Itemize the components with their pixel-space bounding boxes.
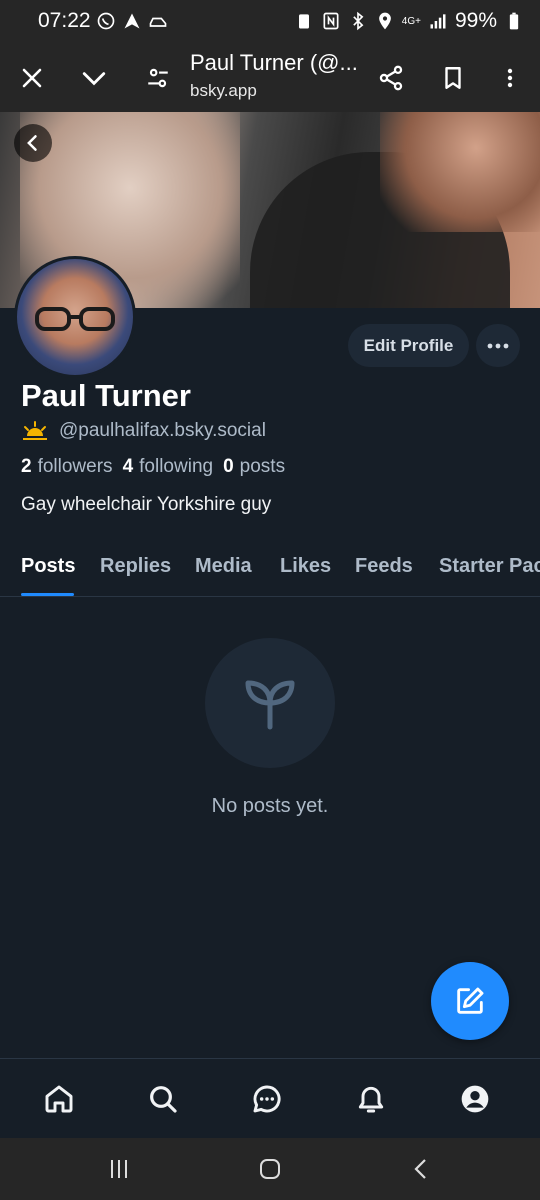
notification-icons — [96, 10, 168, 32]
chat-icon — [253, 1085, 281, 1113]
bell-icon — [358, 1086, 384, 1113]
battery-icon — [509, 12, 519, 30]
share-icon — [379, 65, 403, 91]
car-icon — [149, 17, 167, 27]
followers-label: followers — [37, 456, 113, 477]
profile-stats: 2 followers 4 following 0 posts — [21, 456, 285, 478]
profile-bio: Gay wheelchair Yorkshire guy — [21, 494, 272, 515]
system-navigation-bar — [0, 1138, 540, 1200]
back-chevron-icon — [414, 1159, 426, 1179]
avatar-photo — [35, 307, 115, 331]
tab-starter-packs[interactable]: Starter Pac — [439, 555, 540, 578]
system-icons: 4G+ 99% — [294, 9, 524, 33]
browser-toolbar: Paul Turner (@... bsky.app — [0, 44, 540, 112]
share-button[interactable] — [369, 56, 413, 100]
nav-home[interactable] — [35, 1075, 83, 1123]
home-icon — [45, 1085, 73, 1113]
chevron-down-icon — [82, 72, 106, 86]
site-settings-button[interactable] — [136, 56, 180, 100]
search-icon — [150, 1086, 177, 1113]
tab-feeds[interactable]: Feeds — [355, 555, 413, 578]
bookmark-button[interactable] — [431, 56, 475, 100]
nfc-icon — [323, 12, 339, 30]
sunrise-icon — [23, 421, 47, 440]
close-button[interactable] — [10, 56, 54, 100]
tab-posts[interactable]: Posts — [21, 555, 75, 578]
overflow-menu-button[interactable] — [488, 56, 532, 100]
following-stat[interactable]: 4 following — [123, 456, 214, 478]
display-name: Paul Turner — [21, 378, 191, 413]
compose-icon — [457, 987, 484, 1014]
more-horizontal-icon — [487, 343, 509, 348]
minimize-button[interactable] — [72, 56, 116, 100]
status-time: 07:22 — [38, 9, 91, 32]
nav-notifications[interactable] — [347, 1075, 395, 1123]
handle-row: @paulhalifax.bsky.social — [21, 420, 266, 442]
followers-count: 2 — [21, 456, 32, 477]
tab-replies[interactable]: Replies — [100, 555, 171, 578]
recent-apps-icon — [111, 1160, 127, 1178]
edit-profile-button[interactable]: Edit Profile — [348, 324, 469, 367]
banner-photo-part — [380, 112, 540, 232]
nav-chat[interactable] — [243, 1075, 291, 1123]
whatsapp-icon — [97, 12, 115, 30]
arrow-triangle-icon — [124, 13, 140, 29]
signal-icon — [430, 14, 446, 29]
bookmark-icon — [445, 67, 461, 89]
status-bar: 07:22 4G+ 99% — [0, 0, 540, 44]
recent-apps-button[interactable] — [101, 1152, 137, 1186]
posts-count: 0 — [223, 456, 234, 477]
seedling-icon — [245, 680, 295, 730]
battery-saver-icon — [298, 14, 309, 29]
close-icon — [22, 68, 42, 88]
nav-search[interactable] — [139, 1075, 187, 1123]
bottom-navigation — [0, 1058, 540, 1138]
battery-percent: 99% — [454, 9, 497, 32]
posts-stat: 0 posts — [223, 456, 285, 478]
chevron-left-icon — [27, 135, 37, 151]
page-url[interactable]: bsky.app — [190, 81, 257, 101]
followers-stat[interactable]: 2 followers — [21, 456, 113, 478]
posts-label: posts — [239, 456, 286, 477]
empty-state-text: No posts yet. — [211, 795, 329, 817]
nav-profile[interactable] — [451, 1075, 499, 1123]
home-system-button[interactable] — [252, 1152, 288, 1186]
active-tab-indicator — [21, 593, 74, 596]
profile-more-button[interactable] — [476, 324, 520, 367]
compose-button[interactable] — [431, 962, 509, 1040]
tab-likes[interactable]: Likes — [280, 555, 331, 578]
home-square-icon — [260, 1159, 280, 1179]
following-label: following — [139, 456, 214, 477]
handle: @paulhalifax.bsky.social — [59, 420, 266, 441]
bluetooth-icon — [353, 11, 364, 31]
network-type: 4G+ — [401, 15, 421, 27]
page-title: Paul Turner (@... — [190, 50, 358, 75]
back-system-button[interactable] — [403, 1152, 439, 1186]
more-vertical-icon — [507, 68, 513, 88]
avatar[interactable] — [14, 256, 136, 378]
tune-icon — [148, 68, 168, 88]
profile-icon — [461, 1085, 489, 1113]
back-button[interactable] — [14, 124, 52, 162]
location-icon — [378, 12, 391, 30]
empty-state-icon-container — [205, 638, 335, 768]
following-count: 4 — [122, 456, 134, 477]
profile-tabs: Posts Replies Media Likes Feeds Starter … — [0, 540, 540, 597]
tab-media[interactable]: Media — [195, 555, 252, 578]
